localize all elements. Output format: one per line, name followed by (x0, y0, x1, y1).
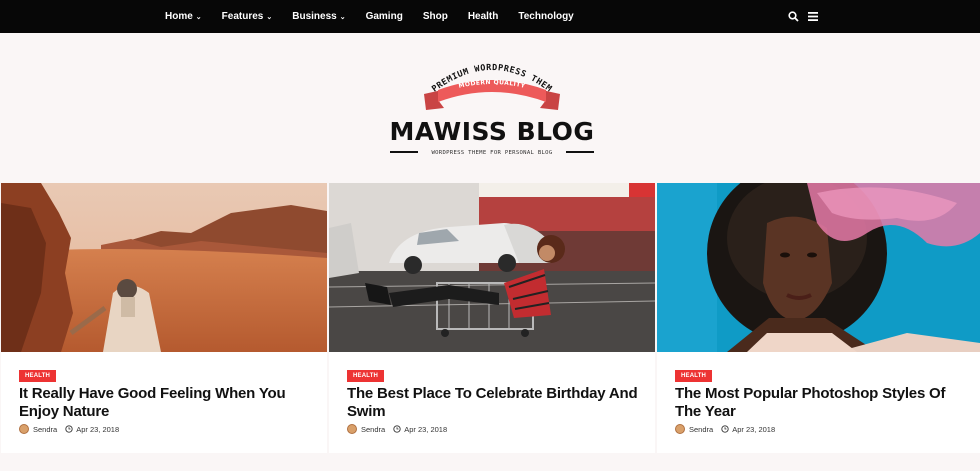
post-card: HEALTH The Most Popular Photoshop Styles… (657, 183, 980, 453)
chevron-down-icon: ⌄ (266, 13, 273, 21)
nav-label: Home (165, 11, 193, 22)
search-icon[interactable] (786, 10, 800, 24)
chevron-down-icon: ⌄ (339, 13, 346, 21)
clock-icon (65, 425, 73, 433)
nav-item-health[interactable]: Health (468, 11, 499, 22)
featured-posts: HEALTH It Really Have Good Feeling When … (0, 183, 980, 471)
nav-item-business[interactable]: Business ⌄ (292, 11, 345, 22)
nav-label: Health (467, 11, 499, 22)
chevron-down-icon: ⌄ (195, 13, 202, 21)
avatar (675, 424, 685, 434)
post-author[interactable]: Sendra (361, 425, 385, 434)
post-meta: Sendra Apr 23, 2018 (347, 424, 447, 434)
post-author[interactable]: Sendra (689, 425, 713, 434)
nav-item-home[interactable]: Home ⌄ (165, 11, 202, 22)
nav-item-features[interactable]: Features ⌄ (222, 11, 273, 22)
post-thumbnail[interactable] (329, 183, 655, 352)
clock-icon (721, 425, 729, 433)
post-date: Apr 23, 2018 (404, 424, 448, 434)
post-thumbnail[interactable] (657, 183, 980, 352)
nav-label: Gaming (365, 11, 403, 22)
category-badge[interactable]: HEALTH (19, 370, 57, 382)
site-logo[interactable]: PREMIUM WORDPRESS THEM MODERN QUALITY MA… (380, 60, 604, 160)
nav-label: Technology (518, 11, 574, 22)
nav-label: Features (221, 11, 264, 22)
nav-item-gaming[interactable]: Gaming (366, 11, 403, 22)
nav-tools (780, 0, 820, 33)
top-navbar: Home ⌄ Features ⌄ Business ⌄ Gaming Shop He… (0, 0, 980, 33)
post-title[interactable]: It Really Have Good Feeling When You Enj… (19, 385, 319, 421)
post-author[interactable]: Sendra (33, 425, 57, 434)
menu-icon[interactable] (806, 10, 820, 24)
post-date: Apr 23, 2018 (732, 424, 776, 434)
nav-label: Shop (422, 11, 448, 22)
avatar (347, 424, 357, 434)
post-title[interactable]: The Most Popular Photoshop Styles Of The… (675, 385, 975, 421)
post-thumbnail[interactable] (1, 183, 327, 352)
category-badge[interactable]: HEALTH (347, 370, 385, 382)
logo-tagline: WORDPRESS THEME FOR PERSONAL BLOG (431, 150, 552, 156)
nav-item-shop[interactable]: Shop (423, 11, 448, 22)
nav-item-technology[interactable]: Technology (518, 11, 573, 22)
post-meta: Sendra Apr 23, 2018 (675, 424, 775, 434)
nav-label: Business (292, 11, 337, 22)
site-header: PREMIUM WORDPRESS THEM MODERN QUALITY MA… (0, 33, 980, 183)
post-card: HEALTH The Best Place To Celebrate Birth… (329, 183, 655, 453)
post-meta: Sendra Apr 23, 2018 (19, 424, 119, 434)
post-date: Apr 23, 2018 (76, 424, 120, 434)
post-card: HEALTH It Really Have Good Feeling When … (1, 183, 327, 453)
clock-icon (393, 425, 401, 433)
main-menu: Home ⌄ Features ⌄ Business ⌄ Gaming Shop He… (165, 0, 594, 33)
logo-name: MAWISS BLOG (390, 117, 595, 146)
category-badge[interactable]: HEALTH (675, 370, 713, 382)
avatar (19, 424, 29, 434)
post-title[interactable]: The Best Place To Celebrate Birthday And… (347, 385, 647, 421)
